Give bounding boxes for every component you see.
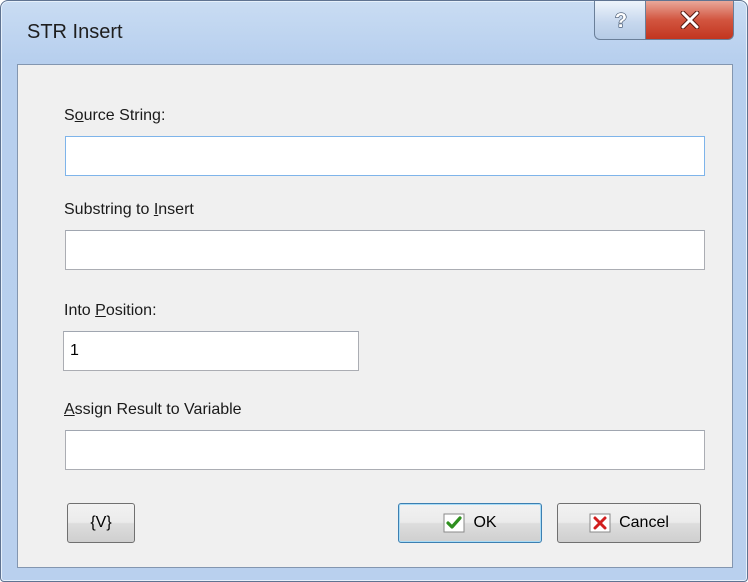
svg-text:?: ? bbox=[614, 10, 626, 31]
variables-button[interactable]: {V} bbox=[67, 503, 135, 543]
ok-button-label: OK bbox=[473, 514, 497, 531]
close-x-icon bbox=[680, 11, 699, 29]
dialog-window: STR Insert ? Source String: Substring to… bbox=[0, 0, 748, 582]
variables-button-label: {V} bbox=[90, 514, 112, 531]
assign-variable-label: Assign Result to Variable bbox=[64, 401, 242, 418]
substring-input[interactable] bbox=[65, 230, 705, 270]
substring-label: Substring to Insert bbox=[64, 201, 194, 218]
close-button[interactable] bbox=[645, 1, 734, 40]
source-string-label: Source String: bbox=[64, 107, 166, 124]
cancel-button[interactable]: Cancel bbox=[557, 503, 701, 543]
into-position-label: Into Position: bbox=[64, 302, 157, 319]
source-string-input[interactable] bbox=[65, 136, 705, 176]
assign-variable-input[interactable] bbox=[65, 430, 705, 470]
dialog-client-area: Source String: Substring to Insert Into … bbox=[17, 64, 733, 568]
red-x-icon bbox=[589, 513, 611, 533]
cancel-button-label: Cancel bbox=[619, 514, 669, 531]
ok-button[interactable]: OK bbox=[398, 503, 542, 543]
position-input[interactable]: 1 bbox=[63, 331, 359, 371]
help-button[interactable]: ? bbox=[594, 1, 647, 40]
green-check-icon bbox=[443, 513, 465, 533]
question-mark-icon: ? bbox=[614, 9, 627, 31]
window-title: STR Insert bbox=[27, 21, 123, 43]
